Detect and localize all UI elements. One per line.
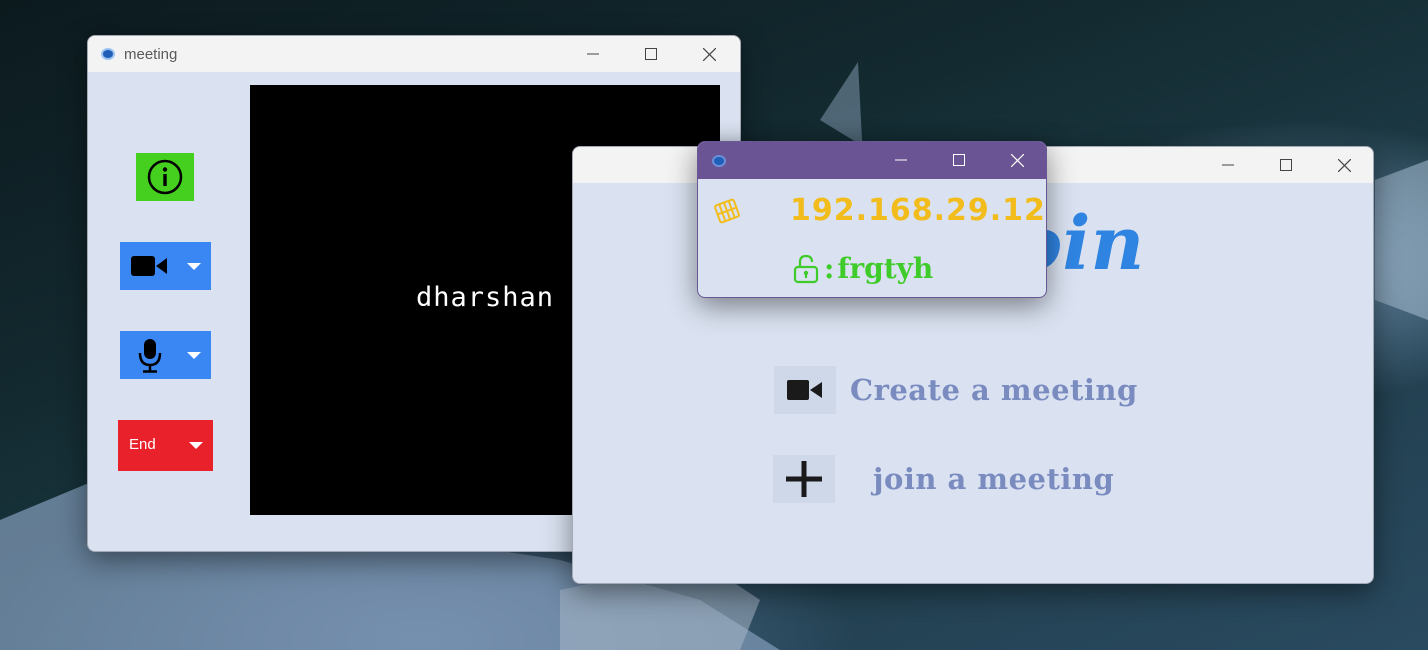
create-meeting-label[interactable]: Create a meeting xyxy=(850,373,1138,407)
password-separator: : xyxy=(824,252,835,285)
info-titlebar[interactable] xyxy=(698,142,1046,179)
meeting-titlebar[interactable]: meeting xyxy=(88,36,740,72)
close-button[interactable] xyxy=(1315,147,1373,183)
join-meeting-item[interactable]: join a meeting xyxy=(773,455,1114,503)
meeting-info-popup: 192.168.29.12 : frgtyh xyxy=(697,141,1047,298)
close-button[interactable] xyxy=(988,142,1046,178)
end-dropdown-arrow-icon[interactable] xyxy=(189,442,203,449)
app-icon xyxy=(101,48,115,60)
create-meeting-icon-box[interactable] xyxy=(774,366,836,414)
network-chip-icon xyxy=(714,198,740,224)
maximize-button[interactable] xyxy=(930,142,988,178)
password-row: : frgtyh xyxy=(792,252,933,285)
info-icon xyxy=(147,159,183,195)
minimize-button[interactable] xyxy=(1199,147,1257,183)
close-icon xyxy=(1010,153,1024,167)
end-button-label: End xyxy=(129,436,156,453)
app-icon xyxy=(712,154,726,167)
video-camera-icon xyxy=(787,380,822,400)
window-title: meeting xyxy=(124,45,178,63)
minimize-icon xyxy=(1222,164,1234,166)
close-icon xyxy=(702,47,716,61)
unlock-icon xyxy=(793,254,819,283)
maximize-button[interactable] xyxy=(1257,147,1315,183)
maximize-icon xyxy=(645,48,657,60)
create-meeting-item[interactable]: Create a meeting xyxy=(774,366,1138,414)
microphone-icon xyxy=(138,339,162,373)
end-call-button[interactable]: End xyxy=(118,420,213,471)
join-meeting-icon-box[interactable] xyxy=(773,455,835,503)
minimize-icon xyxy=(587,53,599,55)
ip-address: 192.168.29.12 xyxy=(790,193,1046,228)
video-camera-icon xyxy=(131,256,167,276)
plus-icon xyxy=(786,461,822,497)
participant-name: dharshan xyxy=(415,281,555,313)
minimize-button[interactable] xyxy=(872,142,930,178)
maximize-button[interactable] xyxy=(622,36,680,72)
info-button[interactable] xyxy=(136,153,194,201)
mic-toggle-button[interactable] xyxy=(120,331,211,379)
minimize-button[interactable] xyxy=(564,36,622,72)
close-button[interactable] xyxy=(680,36,738,72)
camera-toggle-button[interactable] xyxy=(120,242,211,290)
maximize-icon xyxy=(1280,159,1292,171)
camera-dropdown-arrow-icon[interactable] xyxy=(187,263,201,270)
meeting-password: frgtyh xyxy=(837,252,934,285)
join-meeting-label[interactable]: join a meeting xyxy=(873,462,1114,496)
maximize-icon xyxy=(953,154,965,166)
close-icon xyxy=(1337,158,1351,172)
mic-dropdown-arrow-icon[interactable] xyxy=(187,352,201,359)
minimize-icon xyxy=(895,159,907,161)
